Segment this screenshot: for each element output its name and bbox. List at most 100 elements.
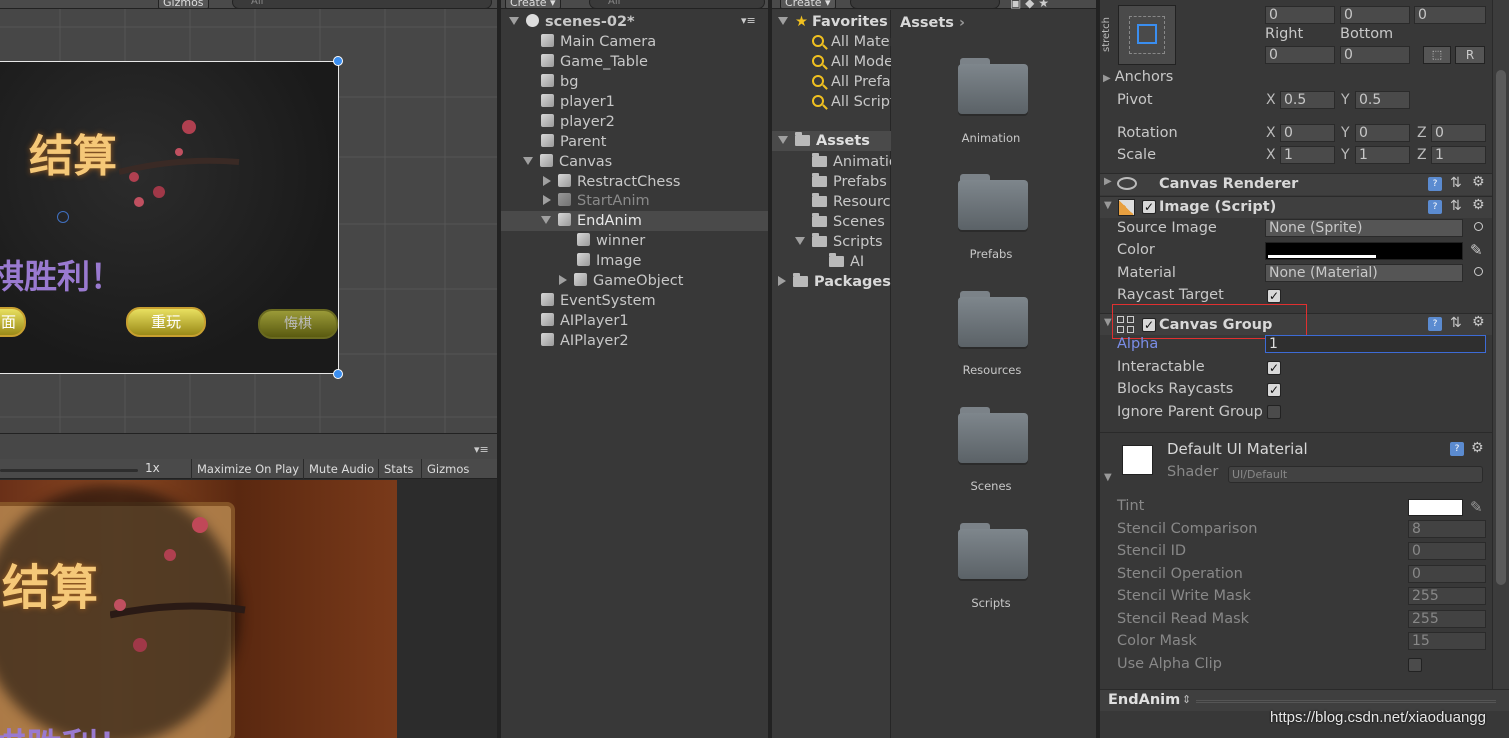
anchor-preset-button[interactable]: [1118, 5, 1176, 65]
anchors-foldout[interactable]: ▶ Anchors: [1103, 67, 1173, 87]
hierarchy-item-aiplayer1[interactable]: AIPlayer1: [541, 311, 629, 331]
hierarchy-item-main-camera[interactable]: Main Camera: [541, 32, 656, 52]
game-view[interactable]: ▾≡ 1x Maximize On Play Mute Audio Stats …: [0, 433, 497, 738]
hierarchy-item-player2[interactable]: player2: [541, 112, 615, 132]
project-create-button[interactable]: Create ▾: [780, 0, 836, 9]
folder-resources[interactable]: Resources: [812, 192, 891, 212]
stencil-comparison-field[interactable]: 8: [1408, 520, 1486, 538]
color-swatch[interactable]: [1265, 242, 1463, 260]
color-mask-field[interactable]: 15: [1408, 632, 1486, 650]
asset-folder-prefabs[interactable]: [958, 174, 1028, 230]
rotation-z-field[interactable]: 0: [1431, 124, 1486, 142]
hierarchy-item-gameobject[interactable]: GameObject: [559, 271, 683, 291]
expand-arrow-icon[interactable]: ▼: [1104, 472, 1112, 483]
help-icon[interactable]: ?: [1428, 200, 1442, 214]
scene-view[interactable]: Gizmos All 结算 棋胜利！ 面 重玩 悔棋: [0, 0, 497, 433]
top-field-1[interactable]: 0: [1340, 6, 1410, 24]
rotation-y-field[interactable]: 0: [1355, 124, 1410, 142]
blocks-raycasts-checkbox[interactable]: ✓: [1267, 383, 1281, 397]
updown-icon[interactable]: ⇕: [1182, 693, 1191, 706]
gear-icon[interactable]: ⚙: [1471, 440, 1484, 456]
hierarchy-item-canvas[interactable]: Canvas: [523, 152, 612, 172]
scene-undo-button[interactable]: 悔棋: [258, 309, 338, 339]
hierarchy-item-parent[interactable]: Parent: [541, 132, 606, 152]
expand-arrow-icon[interactable]: [541, 216, 551, 224]
folder-prefabs[interactable]: Prefabs: [812, 172, 887, 192]
top-field-0[interactable]: 0: [1265, 6, 1335, 24]
collapsed-arrow-icon[interactable]: [543, 176, 551, 186]
hierarchy-item-bg[interactable]: bg: [541, 72, 578, 92]
favorite-all-models[interactable]: All Models: [812, 52, 891, 72]
folder-scenes[interactable]: Scenes: [812, 212, 885, 232]
hierarchy-item-aiplayer2[interactable]: AIPlayer2: [541, 331, 629, 351]
stencil-operation-field[interactable]: 0: [1408, 565, 1486, 583]
collapsed-arrow-icon[interactable]: [778, 276, 786, 286]
stencil-id-field[interactable]: 0: [1408, 542, 1486, 560]
hierarchy-item-restractchess[interactable]: RestractChess: [543, 172, 680, 192]
source-image-field[interactable]: None (Sprite): [1265, 219, 1463, 237]
stats-button[interactable]: Stats: [378, 459, 418, 479]
bottom-field[interactable]: 0: [1340, 46, 1410, 64]
filter-icons[interactable]: ▣ ◆ ★: [1010, 0, 1049, 10]
asset-folder-scenes[interactable]: [958, 407, 1028, 463]
alpha-field[interactable]: 1: [1265, 335, 1486, 353]
rotation-x-field[interactable]: 0: [1280, 124, 1335, 142]
eyedropper-icon[interactable]: ✎: [1470, 241, 1483, 259]
preset-icon[interactable]: ⇅: [1450, 315, 1462, 331]
gear-icon[interactable]: ⚙: [1472, 174, 1485, 190]
stencil-write-mask-field[interactable]: 255: [1408, 587, 1486, 605]
scale-slider[interactable]: [0, 469, 138, 472]
scene-root[interactable]: scenes-02*: [509, 12, 635, 32]
scale-z-field[interactable]: 1: [1431, 146, 1486, 164]
favorite-all-scripts[interactable]: All Scripts: [812, 92, 891, 112]
packages-root[interactable]: Packages: [778, 272, 891, 292]
folder-scripts[interactable]: Scripts: [795, 232, 883, 252]
footer-drag-handle[interactable]: [1196, 700, 1496, 703]
preset-icon[interactable]: ⇅: [1450, 175, 1462, 191]
footer-object-name[interactable]: EndAnim: [1108, 692, 1180, 708]
folder-animation[interactable]: Animation: [812, 152, 891, 172]
scale-y-field[interactable]: 1: [1355, 146, 1410, 164]
asset-folder-animation[interactable]: [958, 58, 1028, 114]
collapsed-arrow-icon[interactable]: ▶: [1104, 176, 1112, 187]
collapsed-arrow-icon[interactable]: [543, 195, 551, 205]
expand-arrow-icon[interactable]: [509, 17, 519, 25]
scrollbar-thumb[interactable]: [1496, 70, 1506, 585]
collapsed-arrow-icon[interactable]: [559, 275, 567, 285]
scene-button-0[interactable]: 面: [0, 307, 26, 337]
expand-arrow-icon[interactable]: [523, 157, 533, 165]
game-gizmos-button[interactable]: Gizmos: [421, 459, 474, 479]
scene-search-input[interactable]: All: [232, 0, 492, 9]
asset-folder-resources[interactable]: [958, 291, 1028, 347]
hierarchy-item-endanim[interactable]: EndAnim: [541, 211, 642, 231]
assets-root[interactable]: Assets: [778, 131, 870, 151]
help-icon[interactable]: ?: [1428, 317, 1442, 331]
hierarchy-item-eventsystem[interactable]: EventSystem: [541, 291, 656, 311]
canvas-rect[interactable]: 结算 棋胜利！ 面 重玩 悔棋: [0, 61, 339, 374]
help-icon[interactable]: ?: [1428, 177, 1442, 191]
hierarchy-item-player1[interactable]: player1: [541, 92, 615, 112]
gear-icon[interactable]: ⚙: [1472, 197, 1485, 213]
hierarchy-menu-icon[interactable]: ▾≡: [741, 14, 756, 27]
pivot-handle[interactable]: [57, 211, 69, 223]
hierarchy-item-game-table[interactable]: Game_Table: [541, 52, 648, 72]
material-field[interactable]: None (Material): [1265, 264, 1463, 282]
interactable-checkbox[interactable]: ✓: [1267, 361, 1281, 375]
folder-ai[interactable]: AI: [829, 252, 864, 270]
hierarchy-search-input[interactable]: All: [589, 0, 765, 9]
object-picker-icon[interactable]: [1474, 222, 1483, 231]
favorite-all-prefabs[interactable]: All Prefabs: [812, 72, 891, 92]
favorite-all-materials[interactable]: All Materials: [812, 32, 891, 52]
object-picker-icon[interactable]: [1474, 267, 1483, 276]
image-enabled-checkbox[interactable]: ✓: [1142, 200, 1156, 214]
ignore-parent-group-checkbox[interactable]: [1267, 405, 1281, 419]
mute-audio-button[interactable]: Mute Audio: [303, 459, 379, 479]
project-search-input[interactable]: [850, 0, 1000, 9]
expand-arrow-icon[interactable]: ▼: [1104, 200, 1112, 211]
rect-handle-top-right[interactable]: [333, 56, 343, 66]
preset-icon[interactable]: ⇅: [1450, 198, 1462, 214]
stencil-read-mask-field[interactable]: 255: [1408, 610, 1486, 628]
hierarchy-item-startanim[interactable]: StartAnim: [543, 191, 650, 211]
expand-arrow-icon[interactable]: [778, 136, 788, 144]
rect-handle-bottom-right[interactable]: [333, 369, 343, 379]
